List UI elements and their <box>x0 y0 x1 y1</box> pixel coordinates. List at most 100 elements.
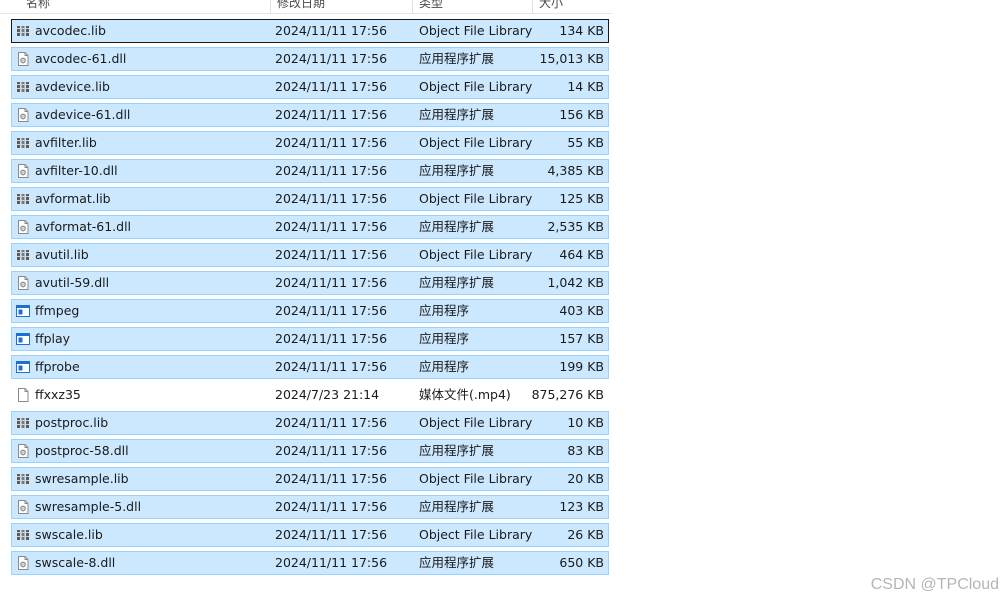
file-date: 2024/11/11 17:56 <box>275 555 388 570</box>
file-type: Object File Library <box>419 79 533 94</box>
file-date: 2024/11/11 17:56 <box>275 219 388 234</box>
file-row[interactable]: avfilter-10.dll 2024/11/11 17:56 应用程序扩展 4,3… <box>11 159 609 183</box>
file-name: avutil-59.dll <box>35 275 110 290</box>
dll-icon <box>16 276 30 290</box>
file-name: postproc.lib <box>35 415 109 430</box>
file-size: 125 KB <box>559 191 604 206</box>
library-icon <box>16 416 30 430</box>
file-size: 15,013 KB <box>539 51 604 66</box>
file-row[interactable]: avformat-61.dll 2024/11/11 17:56 应用程序扩展 2,5… <box>11 215 609 239</box>
file-size: 26 KB <box>567 527 604 542</box>
file-date: 2024/11/11 17:56 <box>275 443 388 458</box>
file-size: 123 KB <box>559 499 604 514</box>
library-icon <box>16 248 30 262</box>
application-icon <box>16 360 30 374</box>
file-name: avutil.lib <box>35 247 89 262</box>
file-name: swresample-5.dll <box>35 499 142 514</box>
file-name: avcodec.lib <box>35 23 106 38</box>
file-size: 4,385 KB <box>547 163 604 178</box>
file-row[interactable]: ffmpeg 2024/11/11 17:56 应用程序 403 KB <box>11 299 609 323</box>
file-type: Object File Library <box>419 247 533 262</box>
file-date: 2024/11/11 17:56 <box>275 527 388 542</box>
file-name: ffxxz35 <box>35 387 81 402</box>
file-name: avdevice-61.dll <box>35 107 131 122</box>
column-header: 名称 修改日期 类型 大小 <box>0 0 612 14</box>
file-type: 应用程序扩展 <box>419 219 495 234</box>
file-size: 875,276 KB <box>531 387 604 402</box>
file-date: 2024/11/11 17:56 <box>275 247 388 262</box>
file-row[interactable]: ffprobe 2024/11/11 17:56 应用程序 199 KB <box>11 355 609 379</box>
application-icon <box>16 332 30 346</box>
file-date: 2024/11/11 17:56 <box>275 23 388 38</box>
column-header-name[interactable]: 名称 <box>12 0 270 13</box>
file-type: 应用程序扩展 <box>419 107 495 122</box>
file-size: 83 KB <box>567 443 604 458</box>
file-row[interactable]: swscale-8.dll 2024/11/11 17:56 应用程序扩展 650 K… <box>11 551 609 575</box>
file-date: 2024/11/11 17:56 <box>275 163 388 178</box>
column-header-type[interactable]: 类型 <box>412 0 532 13</box>
file-date: 2024/11/11 17:56 <box>275 107 388 122</box>
file-name: postproc-58.dll <box>35 443 129 458</box>
file-name: swresample.lib <box>35 471 129 486</box>
file-date: 2024/11/11 17:56 <box>275 331 388 346</box>
file-row[interactable]: swresample.lib 2024/11/11 17:56 Object Fil… <box>11 467 609 491</box>
watermark: CSDN @TPCloud <box>870 576 999 593</box>
file-row[interactable]: avfilter.lib 2024/11/11 17:56 Object File … <box>11 131 609 155</box>
file-type: Object File Library <box>419 23 533 38</box>
file-row[interactable]: ffxxz35 2024/7/23 21:14 媒体文件(.mp4) 875,276 … <box>11 383 609 407</box>
file-name: avformat-61.dll <box>35 219 132 234</box>
file-size: 464 KB <box>559 247 604 262</box>
file-row[interactable]: ffplay 2024/11/11 17:56 应用程序 157 KB <box>11 327 609 351</box>
library-icon <box>16 528 30 542</box>
file-row[interactable]: postproc-58.dll 2024/11/11 17:56 应用程序扩展 83 … <box>11 439 609 463</box>
file-type: 应用程序扩展 <box>419 443 495 458</box>
file-row[interactable]: avcodec-61.dll 2024/11/11 17:56 应用程序扩展 15,0… <box>11 47 609 71</box>
file-size: 403 KB <box>559 303 604 318</box>
file-type: Object File Library <box>419 471 533 486</box>
file-name: swscale.lib <box>35 527 103 542</box>
file-name: ffmpeg <box>35 303 80 318</box>
file-name: avfilter.lib <box>35 135 97 150</box>
file-date: 2024/7/23 21:14 <box>275 387 380 402</box>
file-name: avcodec-61.dll <box>35 51 127 66</box>
file-name: avformat.lib <box>35 191 111 206</box>
dll-icon <box>16 220 30 234</box>
file-date: 2024/11/11 17:56 <box>275 275 388 290</box>
file-row[interactable]: swscale.lib 2024/11/11 17:56 Object File L… <box>11 523 609 547</box>
file-type: 应用程序扩展 <box>419 51 495 66</box>
column-header-size[interactable]: 大小 <box>532 0 612 13</box>
file-size: 2,535 KB <box>547 219 604 234</box>
file-type: 媒体文件(.mp4) <box>419 387 511 402</box>
file-row[interactable]: avcodec.lib 2024/11/11 17:56 Object File L… <box>11 19 609 43</box>
file-type: 应用程序 <box>419 331 470 346</box>
file-type: 应用程序扩展 <box>419 163 495 178</box>
file-row[interactable]: avdevice-61.dll 2024/11/11 17:56 应用程序扩展 156… <box>11 103 609 127</box>
file-row[interactable]: postproc.lib 2024/11/11 17:56 Object File … <box>11 411 609 435</box>
file-date: 2024/11/11 17:56 <box>275 135 388 150</box>
file-type: Object File Library <box>419 415 533 430</box>
application-icon <box>16 304 30 318</box>
file-type: 应用程序 <box>419 303 470 318</box>
file-row[interactable]: swresample-5.dll 2024/11/11 17:56 应用程序扩展 12… <box>11 495 609 519</box>
file-date: 2024/11/11 17:56 <box>275 191 388 206</box>
file-date: 2024/11/11 17:56 <box>275 471 388 486</box>
file-size: 20 KB <box>567 471 604 486</box>
dll-icon <box>16 52 30 66</box>
library-icon <box>16 24 30 38</box>
file-row[interactable]: avutil-59.dll 2024/11/11 17:56 应用程序扩展 1,042… <box>11 271 609 295</box>
file-type: 应用程序扩展 <box>419 499 495 514</box>
file-size: 156 KB <box>559 107 604 122</box>
dll-icon <box>16 444 30 458</box>
file-type: 应用程序扩展 <box>419 275 495 290</box>
file-size: 199 KB <box>559 359 604 374</box>
file-size: 1,042 KB <box>547 275 604 290</box>
file-row[interactable]: avdevice.lib 2024/11/11 17:56 Object File … <box>11 75 609 99</box>
file-row[interactable]: avformat.lib 2024/11/11 17:56 Object File … <box>11 187 609 211</box>
file-size: 157 KB <box>559 331 604 346</box>
file-row[interactable]: avutil.lib 2024/11/11 17:56 Object File Li… <box>11 243 609 267</box>
file-date: 2024/11/11 17:56 <box>275 303 388 318</box>
file-name: ffplay <box>35 331 71 346</box>
library-icon <box>16 136 30 150</box>
column-header-date[interactable]: 修改日期 <box>270 0 412 13</box>
file-date: 2024/11/11 17:56 <box>275 415 388 430</box>
